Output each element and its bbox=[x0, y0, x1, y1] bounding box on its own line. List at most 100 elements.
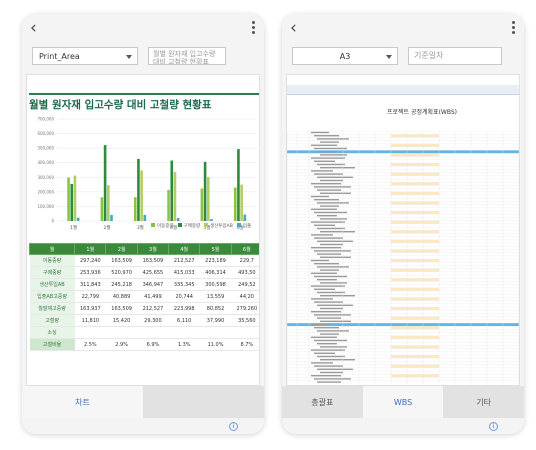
cell-input-placeholder: 기준일자 bbox=[414, 51, 444, 60]
tab-summary[interactable]: 총괄표 bbox=[282, 386, 363, 418]
cell-text-mark bbox=[314, 339, 347, 342]
range-select-value: Print_Area bbox=[39, 52, 80, 61]
cell-text-mark bbox=[320, 359, 355, 361]
table-cell: 229,7 bbox=[231, 254, 259, 267]
cell-text-mark bbox=[317, 215, 337, 217]
y-tick-label: 0 bbox=[51, 219, 54, 224]
cell-select[interactable]: A3 bbox=[292, 47, 398, 65]
sheet-tab-bar: 총괄표 WBS 기타 bbox=[282, 386, 524, 418]
table-row: 고철비율 2.5% 2.9% 6.9% 1.3% 11.0% 8.7% bbox=[29, 338, 259, 351]
tab-etc[interactable]: 기타 bbox=[443, 386, 524, 418]
bar bbox=[200, 188, 204, 221]
more-vertical-icon[interactable] bbox=[512, 21, 516, 34]
highlight-cell bbox=[391, 211, 439, 215]
cell-text-mark bbox=[314, 378, 351, 380]
bar bbox=[73, 175, 77, 221]
cell-text-mark bbox=[317, 163, 345, 166]
table-cell: 163,509 bbox=[105, 254, 138, 267]
cell-text-mark bbox=[320, 307, 343, 310]
column-header: 6월 bbox=[230, 243, 259, 255]
highlight-cell bbox=[391, 239, 439, 243]
y-tick-label: 600,000 bbox=[37, 131, 54, 136]
table-cell: 212,527 bbox=[137, 302, 169, 315]
spreadsheet-view[interactable]: 프로젝트 공정계획표(WBS) bbox=[286, 74, 520, 386]
chevron-left-icon[interactable]: ‹ bbox=[30, 19, 37, 37]
cell-text-mark bbox=[311, 285, 345, 287]
row-header: 생산투입AB bbox=[29, 278, 75, 291]
bar bbox=[137, 158, 140, 221]
legend-swatch bbox=[151, 223, 155, 227]
cell-text-mark bbox=[311, 234, 333, 236]
bar bbox=[67, 177, 70, 221]
cell-text-mark bbox=[314, 365, 343, 367]
chevron-left-icon[interactable]: ‹ bbox=[290, 19, 297, 37]
cell-text-mark bbox=[314, 327, 339, 329]
range-select[interactable]: Print_Area bbox=[32, 47, 138, 65]
tab-blank[interactable] bbox=[143, 386, 264, 418]
highlight-cell bbox=[391, 287, 439, 291]
bar bbox=[170, 160, 174, 221]
description-field[interactable]: 월별 원자재 입고수량 대비 고철량 현황표 bbox=[148, 47, 226, 65]
cell-text-mark bbox=[317, 355, 345, 358]
highlight-cell bbox=[391, 172, 439, 176]
row-header: 이동중량 bbox=[29, 254, 75, 267]
info-icon[interactable]: i bbox=[229, 422, 238, 431]
bar bbox=[237, 149, 240, 221]
row-header: 고철비율 bbox=[29, 338, 75, 351]
y-tick-label: 100,000 bbox=[37, 204, 54, 209]
column-header-row bbox=[287, 85, 519, 95]
control-row: Print_Area 월별 원자재 입고수량 대비 고철량 현황표 bbox=[22, 44, 264, 72]
spreadsheet-view[interactable]: 월별 원자재 입고수량 대비 고철량 현황표 700,000 600,000 500… bbox=[26, 74, 260, 386]
cell-input[interactable]: 기준일자 bbox=[408, 47, 502, 65]
table-cell: 15,420 bbox=[105, 314, 138, 327]
cell-text-mark bbox=[311, 208, 337, 210]
highlight-cell bbox=[391, 143, 439, 147]
x-tick-label: 2월 bbox=[103, 224, 110, 231]
table-row: 입출AB고중량 22,799 40,889 41,499 20,744 13,559 44,… bbox=[29, 290, 259, 303]
table-cell: 2.9% bbox=[105, 338, 138, 351]
cell-text-mark bbox=[311, 298, 333, 300]
table-cell: 80,852 bbox=[199, 302, 232, 315]
cell-text-mark bbox=[314, 147, 347, 150]
top-bar: ‹ bbox=[282, 14, 524, 44]
bar bbox=[203, 161, 207, 221]
cell-text-mark bbox=[317, 330, 349, 332]
bar bbox=[243, 214, 247, 221]
more-vertical-icon[interactable] bbox=[252, 21, 256, 34]
table-cell bbox=[199, 326, 232, 339]
left-phone-frame: ‹ Print_Area 월별 원자재 입고수량 대비 고철량 현황표 월별 원… bbox=[22, 14, 264, 434]
cell-text-mark bbox=[314, 352, 335, 354]
tab-chart[interactable]: 차트 bbox=[22, 386, 143, 418]
table-row: 소싱 bbox=[29, 326, 259, 339]
cell-text-mark bbox=[314, 314, 351, 316]
table-cell: 163,937 bbox=[74, 302, 106, 315]
info-icon[interactable]: i bbox=[489, 422, 498, 431]
chevron-down-icon bbox=[126, 55, 132, 59]
cell-text-mark bbox=[311, 323, 329, 326]
column-header: 2월 bbox=[105, 243, 138, 255]
table-cell: 300,598 bbox=[199, 278, 232, 291]
tab-wbs[interactable]: WBS bbox=[362, 386, 444, 418]
control-row: A3 기준일자 bbox=[282, 44, 524, 72]
cell-text-mark bbox=[314, 288, 335, 290]
highlight-cell bbox=[391, 134, 439, 138]
cell-text-mark bbox=[311, 195, 329, 198]
cell-text-mark bbox=[320, 141, 339, 143]
cell-text-mark bbox=[317, 227, 345, 230]
row-header: 고철량 bbox=[29, 314, 75, 327]
table-row: 월말재고중량 163,937 163,509 212,527 223,998 80,852… bbox=[29, 302, 259, 315]
cell-text-mark bbox=[314, 211, 347, 214]
cell-text-mark bbox=[311, 131, 329, 134]
highlight-cell bbox=[391, 201, 439, 205]
cell-text-mark bbox=[320, 295, 355, 297]
bar bbox=[76, 217, 80, 221]
cell-text-mark bbox=[314, 301, 343, 303]
highlight-cell bbox=[391, 153, 439, 157]
cell-text-mark bbox=[311, 170, 333, 172]
table-cell: 41,499 bbox=[137, 290, 169, 303]
highlight-cell bbox=[391, 230, 439, 234]
table-cell bbox=[168, 326, 200, 339]
cell-select-value: A3 bbox=[339, 52, 351, 61]
legend-swatch bbox=[204, 223, 209, 227]
cell-text-mark bbox=[311, 144, 337, 146]
